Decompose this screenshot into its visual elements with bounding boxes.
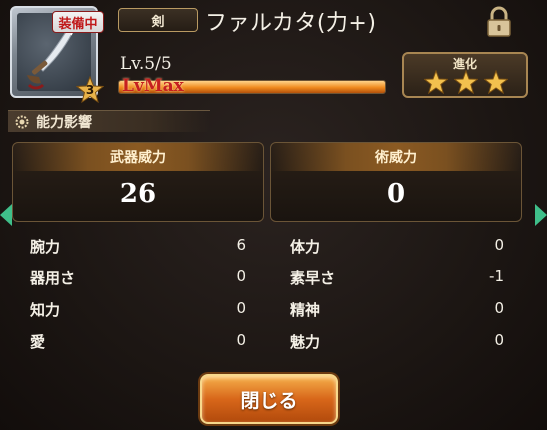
stat-value: -1 — [489, 267, 504, 285]
lvmax-label: LvMax — [122, 76, 184, 96]
stat-row: 器用さ 0 — [30, 267, 246, 289]
level-text: Lv.5/5 — [120, 54, 172, 74]
stat-label: 知力 — [30, 301, 61, 319]
stat-value: 0 — [494, 236, 504, 254]
weapon-type-badge: 剣 — [118, 8, 198, 32]
stat-label: 愛 — [30, 333, 46, 351]
magic-power-label: 術威力 — [271, 143, 521, 171]
stat-value: 0 — [236, 267, 246, 285]
stat-row: 愛 0 — [30, 331, 246, 353]
stat-label: 器用さ — [30, 269, 76, 287]
stat-value: 0 — [236, 299, 246, 317]
evolution-box: 進化 — [402, 52, 528, 98]
stat-row: 体力 0 — [290, 236, 504, 258]
next-arrow-icon[interactable] — [535, 204, 547, 226]
stat-value: 6 — [236, 236, 246, 254]
magic-power-box: 術威力 0 — [270, 142, 522, 222]
magic-power-value: 0 — [386, 179, 406, 209]
stat-row: 精神 0 — [290, 299, 504, 321]
prev-arrow-icon[interactable] — [0, 204, 12, 226]
weapon-power-value: 26 — [119, 179, 157, 209]
weapon-power-box: 武器威力 26 — [12, 142, 264, 222]
stat-row: 魅力 0 — [290, 331, 504, 353]
equipped-badge: 装備中 — [52, 11, 104, 33]
stat-row: 知力 0 — [30, 299, 246, 321]
section-title: 能力影響 — [36, 114, 92, 131]
stat-value: 0 — [236, 331, 246, 349]
stat-label: 魅力 — [290, 333, 321, 351]
evolution-star-icon — [454, 70, 478, 94]
stat-label: 素早さ — [290, 269, 336, 287]
ability-effect-header: 能力影響 — [8, 110, 210, 132]
stat-label: 体力 — [290, 238, 321, 256]
stat-row: 素早さ -1 — [290, 267, 504, 289]
weapon-power-label: 武器威力 — [13, 143, 263, 171]
stat-label: 精神 — [290, 301, 321, 319]
close-button[interactable]: 閉じる — [200, 374, 338, 424]
evolution-star-icon — [484, 70, 508, 94]
stat-label: 腕力 — [30, 238, 61, 256]
evolution-star-icon — [424, 70, 448, 94]
stat-value: 0 — [494, 299, 504, 317]
rarity-value: 3 — [85, 83, 95, 97]
lock-icon[interactable] — [484, 6, 514, 38]
stat-row: 腕力 6 — [30, 236, 246, 258]
gear-icon — [15, 115, 29, 128]
item-detail-panel: 装備中 3 剣 ファルカタ(力+) Lv.5/5 LvMax 進化 能力影響 武… — [0, 0, 547, 430]
evolution-stars — [424, 70, 508, 94]
item-name: ファルカタ(力+) — [205, 11, 377, 36]
stat-value: 0 — [494, 331, 504, 349]
rarity-badge: 3 — [75, 75, 105, 104]
